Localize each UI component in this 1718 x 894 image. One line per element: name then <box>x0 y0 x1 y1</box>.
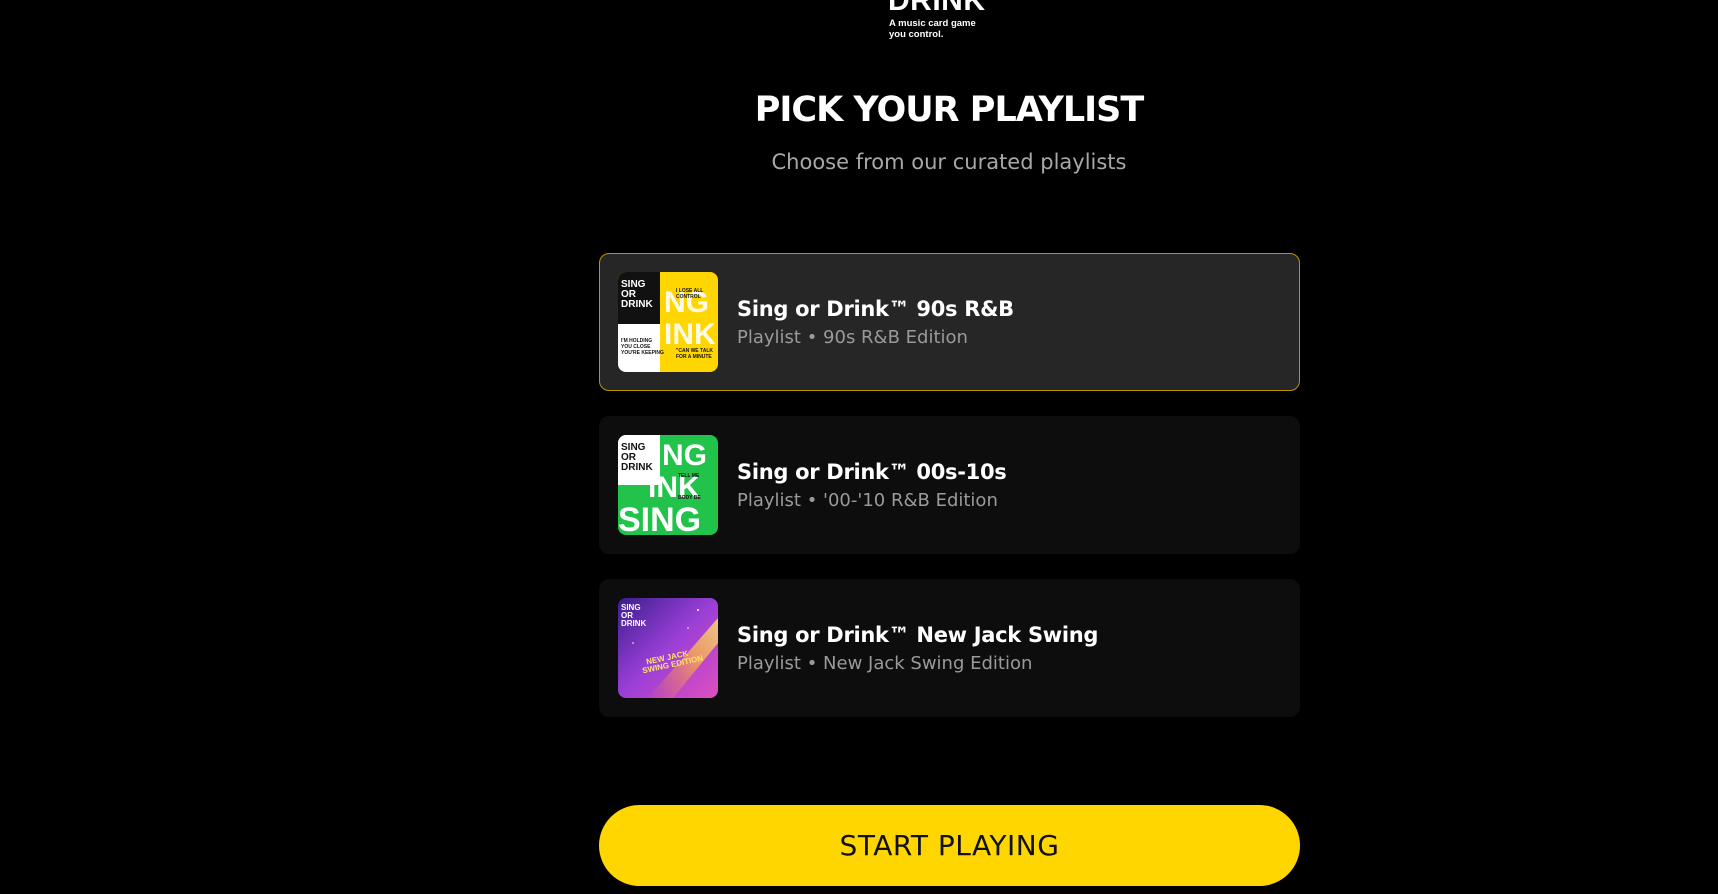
playlist-title: Sing or Drink™ New Jack Swing <box>737 622 1099 647</box>
playlist-card-90s-rnb[interactable]: SING OR DRINK I'M HOLDING YOU CLOSE YOU'… <box>599 253 1300 391</box>
playlist-subtitle: Playlist • '00-'10 R&B Edition <box>737 489 998 511</box>
svg-text:NG: NG <box>662 439 707 472</box>
svg-text:YOU'RE KEEPING: YOU'RE KEEPING <box>621 350 664 356</box>
logo-wordmark: DRINK <box>888 0 986 17</box>
svg-text:BODY BE: BODY BE <box>678 495 701 501</box>
playlist-picker-page: DRINK A music card game you control. PIC… <box>0 0 1718 894</box>
playlist-card-text: Sing or Drink™ 90s R&B Playlist • 90s R&… <box>737 297 1014 348</box>
logo-tagline: A music card game you control. <box>889 18 976 40</box>
playlist-card-text: Sing or Drink™ New Jack Swing Playlist •… <box>737 623 1098 674</box>
playlist-subtitle: Playlist • New Jack Swing Edition <box>737 652 1033 674</box>
playlist-subtitle: Playlist • 90s R&B Edition <box>737 326 968 348</box>
page-subtitle: Choose from our curated playlists <box>771 150 1127 174</box>
playlist-title: Sing or Drink™ 00s-10s <box>737 459 1007 484</box>
playlist-card-text: Sing or Drink™ 00s-10s Playlist • '00-'1… <box>737 460 1007 511</box>
start-playing-button[interactable]: START PLAYING <box>599 805 1300 886</box>
playlist-cover-image: SING OR DRINK NG INK SING TELL ME BODY B… <box>618 435 718 535</box>
svg-text:INK: INK <box>664 318 716 351</box>
playlist-card-new-jack-swing[interactable]: SING OR DRINK NEW JACK SWING EDITION Sin… <box>599 579 1300 717</box>
playlist-cover-image: SING OR DRINK NEW JACK SWING EDITION <box>618 598 718 698</box>
svg-text:FOR A MINUTE: FOR A MINUTE <box>676 354 712 360</box>
svg-text:TELL ME: TELL ME <box>678 473 700 479</box>
page-title: PICK YOUR PLAYLIST <box>754 90 1145 130</box>
playlist-card-00s-10s[interactable]: SING OR DRINK NG INK SING TELL ME BODY B… <box>599 416 1300 554</box>
svg-text:DRINK: DRINK <box>621 299 653 310</box>
playlist-list: SING OR DRINK I'M HOLDING YOU CLOSE YOU'… <box>599 253 1300 717</box>
svg-text:SING: SING <box>618 501 701 535</box>
svg-text:CONTROL: CONTROL <box>676 294 701 300</box>
logo: DRINK A music card game you control. <box>888 0 1028 46</box>
playlist-title: Sing or Drink™ 90s R&B <box>737 296 1014 321</box>
playlist-cover-image: SING OR DRINK I'M HOLDING YOU CLOSE YOU'… <box>618 272 718 372</box>
svg-text:DRINK: DRINK <box>621 619 647 628</box>
